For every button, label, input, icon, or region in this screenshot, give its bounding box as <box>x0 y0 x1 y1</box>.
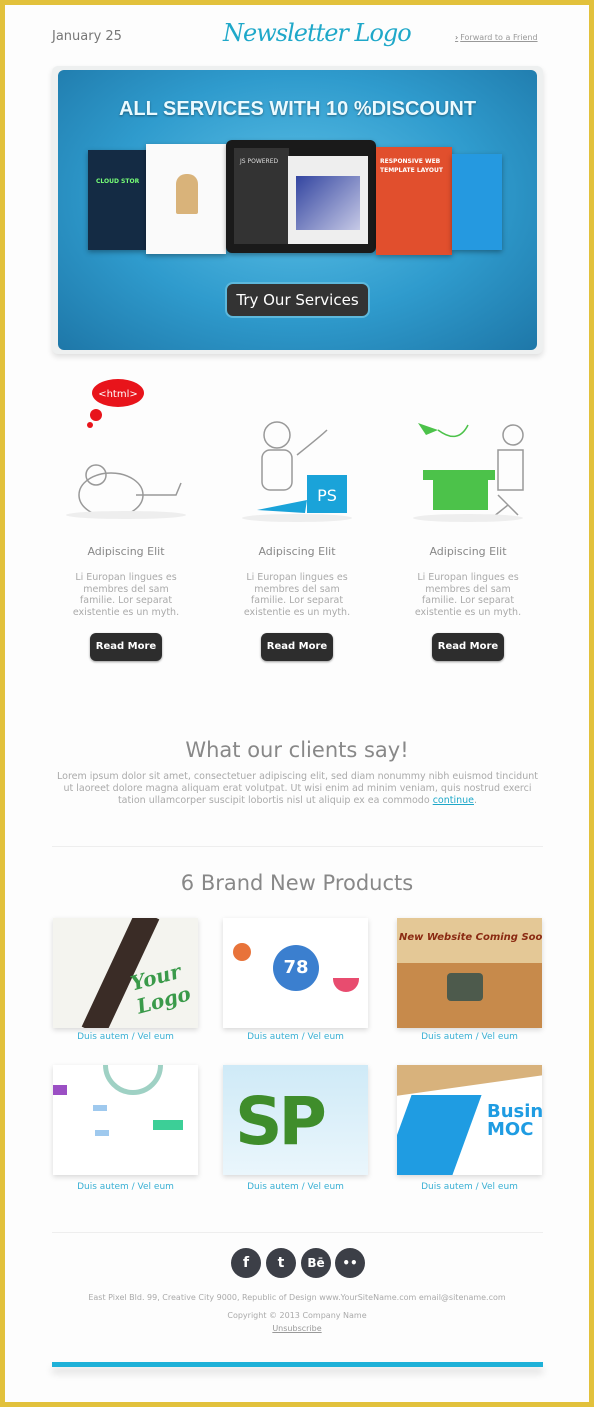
try-our-services-button[interactable]: Try Our Services <box>225 282 370 318</box>
footer-accent-bar <box>52 1362 543 1367</box>
product-caption-link[interactable]: Duis autem / Vel eum <box>397 1032 542 1042</box>
feature-title: Adipiscing Elit <box>258 545 336 558</box>
behance-icon[interactable]: Bē <box>301 1248 331 1278</box>
arrow-icon: › <box>455 33 459 42</box>
footer-copyright: Copyright © 2013 Company Name <box>227 1311 367 1320</box>
testimonial-heading: What our clients say! <box>185 738 409 762</box>
feature-text: Li Europan lingues es membres del sam fa… <box>414 572 522 618</box>
issue-date: January 25 <box>52 29 122 44</box>
flickr-icon[interactable]: •• <box>335 1248 365 1278</box>
continue-link[interactable]: continue <box>433 795 474 806</box>
screen-white <box>146 144 226 254</box>
products-heading: 6 Brand New Products <box>180 871 414 895</box>
product-caption-link[interactable]: Duis autem / Vel eum <box>53 1032 198 1042</box>
hero-banner: ALL SERVICES WITH 10 %DISCOUNT CLOUD STO… <box>52 66 543 354</box>
feature-1: <html> Adipiscing Elit Li Europan lingue… <box>46 375 206 661</box>
feature-2: PS Adipiscing Elit Li Europan lingues es… <box>217 375 377 661</box>
forward-label: Forward to a Friend <box>460 33 538 42</box>
product-thumb[interactable] <box>53 1065 198 1175</box>
svg-text:<html>: <html> <box>98 389 138 400</box>
screen-blue <box>452 154 502 250</box>
feature-text: Li Europan lingues es membres del sam fa… <box>243 572 351 618</box>
read-more-button[interactable]: Read More <box>261 633 333 661</box>
desk-worker-illustration <box>413 423 524 522</box>
read-more-button[interactable]: Read More <box>90 633 162 661</box>
feature-title: Adipiscing Elit <box>87 545 165 558</box>
feature-title: Adipiscing Elit <box>429 545 507 558</box>
forward-to-friend-link[interactable]: › Forward to a Friend <box>455 33 538 42</box>
product-thumb[interactable]: SP <box>223 1065 368 1175</box>
twitter-icon[interactable]: t <box>266 1248 296 1278</box>
unsubscribe-link[interactable]: Unsubscribe <box>5 1324 589 1333</box>
product-caption-link[interactable]: Duis autem / Vel eum <box>53 1182 198 1192</box>
product-thumb[interactable]: Busin MOC <box>397 1065 542 1175</box>
footer-address: East Pixel Bld. 99, Creative City 9000, … <box>88 1293 506 1302</box>
product-thumb[interactable]: 78 <box>223 918 368 1028</box>
svg-text:PS: PS <box>317 486 337 505</box>
sleeping-man-illustration: <html> <box>66 379 186 519</box>
feature-3: Adipiscing Elit Li Europan lingues es me… <box>388 375 548 661</box>
facebook-icon[interactable]: f <box>231 1248 261 1278</box>
product-caption-link[interactable]: Duis autem / Vel eum <box>397 1182 542 1192</box>
read-more-button[interactable]: Read More <box>432 633 504 661</box>
newsletter-logo[interactable]: Newsletter Logo <box>223 19 412 47</box>
newsletter-page: January 25 Newsletter Logo › Forward to a… <box>5 5 589 1402</box>
divider <box>52 846 543 847</box>
hero-image[interactable]: ALL SERVICES WITH 10 %DISCOUNT CLOUD STO… <box>58 70 537 350</box>
product-thumb[interactable]: New Website Coming Soo <box>397 918 542 1028</box>
screen-orange: RESPONSIVE WEB TEMPLATE LAYOUT <box>376 147 452 255</box>
screen-tablet: JS POWERED <box>226 140 376 253</box>
feature-text: Li Europan lingues es membres del sam fa… <box>72 572 180 618</box>
hero-title: ALL SERVICES WITH 10 %DISCOUNT <box>118 98 477 120</box>
testimonial-text: Lorem ipsum dolor sit amet, consectetuer… <box>57 771 538 806</box>
product-caption-link[interactable]: Duis autem / Vel eum <box>223 1032 368 1042</box>
product-thumb[interactable]: Your Logo <box>53 918 198 1028</box>
screen-dark: CLOUD STOR <box>88 150 146 250</box>
product-caption-link[interactable]: Duis autem / Vel eum <box>223 1182 368 1192</box>
divider <box>52 1232 543 1233</box>
designer-illustration: PS <box>242 421 352 522</box>
